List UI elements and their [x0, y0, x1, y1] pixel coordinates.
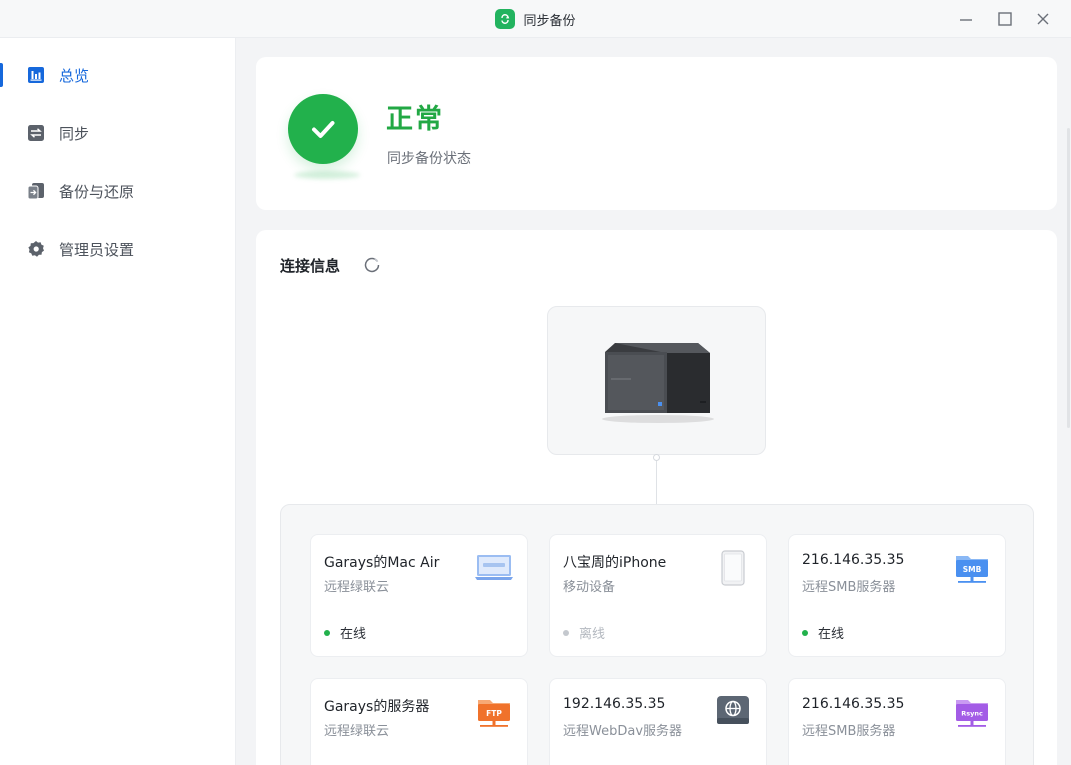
smb-badge-text: SMB	[963, 565, 982, 574]
gear-icon	[26, 239, 46, 259]
nas-connector-line	[656, 455, 657, 505]
device-status-text: 在线	[818, 627, 845, 642]
scrollbar[interactable]	[1067, 38, 1071, 765]
sync-icon	[26, 123, 46, 143]
title-bar: 同步备份	[0, 0, 1071, 38]
status-check-icon	[288, 94, 358, 164]
sidebar-item-backup[interactable]: 备份与还原	[0, 169, 236, 213]
phone-icon	[714, 550, 752, 586]
device-name: 216.146.35.35	[802, 696, 905, 712]
nas-device[interactable]	[547, 306, 766, 455]
device-card[interactable]: 192.146.35.35 远程WebDav服务器	[549, 678, 767, 765]
sidebar-item-label: 管理员设置	[59, 240, 135, 259]
rsync-badge-text: Rsync	[961, 710, 983, 718]
online-dot	[802, 629, 808, 636]
rsync-folder-icon: Rsync	[953, 694, 991, 730]
connection-info-title: 连接信息	[280, 257, 341, 275]
offline-dot	[563, 629, 569, 636]
scrollbar-thumb[interactable]	[1067, 128, 1070, 428]
device-type: 移动设备	[563, 580, 616, 595]
device-name: Garays的Mac Air	[324, 555, 440, 571]
status-icon-shadow	[294, 171, 360, 179]
chart-icon	[26, 65, 46, 85]
close-icon	[1037, 13, 1049, 25]
sidebar-item-label: 总览	[59, 66, 90, 85]
ftp-badge-text: FTP	[486, 709, 502, 718]
app-sync-icon	[495, 9, 516, 29]
minimize-button[interactable]	[948, 0, 984, 38]
device-card[interactable]: Garays的服务器 远程绿联云 FTP	[310, 678, 528, 765]
globe-icon	[714, 694, 752, 730]
connected-devices-panel: Garays的Mac Air 远程绿联云 在线 八宝周的iPhone 移动设备 …	[280, 504, 1034, 765]
status-card: 正常 同步备份状态	[256, 57, 1057, 210]
minimize-icon	[960, 19, 972, 21]
device-card[interactable]: Garays的Mac Air 远程绿联云 在线	[310, 534, 528, 657]
sidebar-item-sync[interactable]: 同步	[0, 111, 236, 155]
maximize-button[interactable]	[987, 0, 1023, 38]
online-dot	[324, 629, 330, 636]
device-card[interactable]: 八宝周的iPhone 移动设备 离线	[549, 534, 767, 657]
device-type: 远程绿联云	[324, 724, 390, 739]
device-type: 远程SMB服务器	[802, 580, 896, 595]
device-name: 八宝周的iPhone	[563, 555, 667, 571]
device-name: Garays的服务器	[324, 699, 430, 715]
status-caption: 同步备份状态	[387, 151, 471, 167]
refresh-icon[interactable]	[362, 254, 382, 274]
device-card[interactable]: 216.146.35.35 远程SMB服务器 Rsync	[788, 678, 1006, 765]
ftp-folder-icon: FTP	[475, 694, 513, 730]
maximize-icon	[998, 12, 1012, 26]
sidebar-item-admin-settings[interactable]: 管理员设置	[0, 227, 236, 271]
connection-info-card: 连接信息 Garays的Mac Air 远程绿联云 在线 八宝周的iPhone …	[256, 230, 1057, 765]
device-status-text: 在线	[340, 627, 367, 642]
laptop-icon	[475, 550, 513, 586]
device-type: 远程SMB服务器	[802, 724, 896, 739]
device-name: 216.146.35.35	[802, 552, 905, 568]
status-value: 正常	[386, 104, 444, 135]
sidebar-item-label: 同步	[59, 124, 90, 143]
device-status: 在线	[802, 623, 844, 642]
nas-connector-dot	[653, 454, 660, 461]
device-type: 远程WebDav服务器	[563, 724, 683, 739]
close-button[interactable]	[1025, 0, 1061, 38]
smb-folder-icon: SMB	[953, 550, 991, 586]
device-status-text: 离线	[579, 627, 606, 642]
window-title: 同步备份	[0, 0, 1071, 38]
sidebar-item-label: 备份与还原	[59, 182, 135, 201]
window-title-text: 同步备份	[523, 13, 576, 29]
device-status: 离线	[563, 623, 605, 642]
nas-device-image	[602, 343, 714, 423]
backup-icon	[26, 181, 46, 201]
sidebar-item-overview[interactable]: 总览	[0, 53, 236, 97]
device-type: 远程绿联云	[324, 580, 390, 595]
sidebar: 总览 同步 备份与还原 管理员设置	[0, 38, 236, 765]
device-card[interactable]: 216.146.35.35 远程SMB服务器 在线 SMB	[788, 534, 1006, 657]
device-name: 192.146.35.35	[563, 696, 666, 712]
device-status: 在线	[324, 623, 366, 642]
